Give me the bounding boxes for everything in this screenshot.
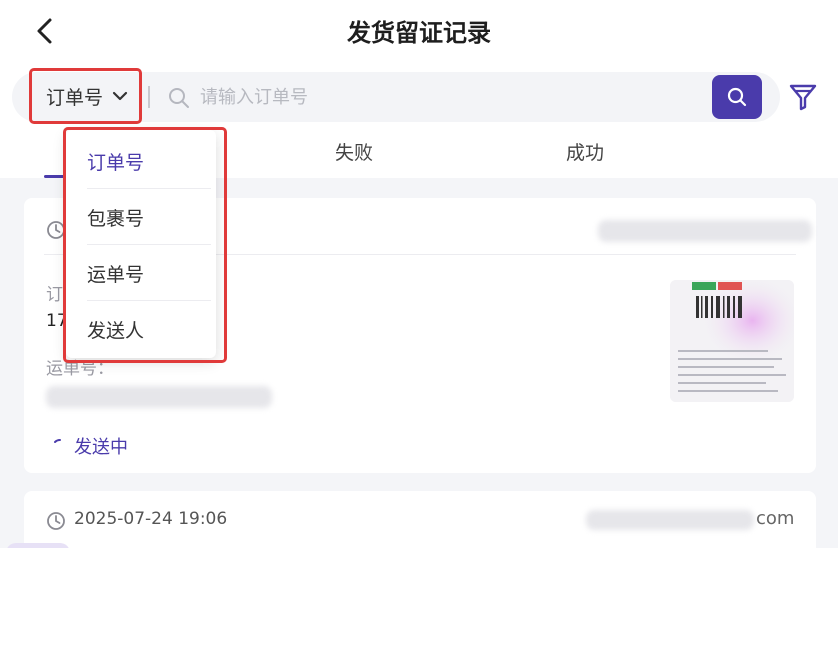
search-type-select[interactable]: 订单号 — [32, 70, 140, 122]
order-number-value: 17 — [46, 311, 68, 331]
search-type-label: 订单号 — [46, 86, 104, 109]
record-status: 发送中 — [52, 433, 128, 459]
search-button[interactable] — [712, 75, 762, 119]
dropdown-item-sender[interactable]: 发送人 — [66, 301, 216, 357]
blurred-email — [598, 220, 812, 242]
filter-icon[interactable] — [787, 81, 819, 113]
order-number-label: 订 — [46, 285, 63, 305]
chevron-down-icon — [112, 91, 128, 101]
app-screen: 发货留证记录 订单号 失败 成功 — [0, 0, 838, 548]
floating-button-edge[interactable] — [6, 543, 70, 548]
dropdown-item-package-number[interactable]: 包裹号 — [66, 189, 216, 245]
blurred-email — [586, 510, 754, 530]
search-type-dropdown: 订单号 包裹号 运单号 发送人 — [66, 130, 216, 358]
dropdown-item-order-number[interactable]: 订单号 — [66, 133, 216, 189]
record-time: 2025-07-24 19:06 — [74, 509, 228, 529]
search-button-icon — [727, 87, 747, 107]
clock-icon — [47, 221, 65, 239]
record-card[interactable]: 2025-07-24 19:06 com — [24, 491, 816, 548]
clock-icon — [47, 512, 65, 530]
spinner-icon — [54, 439, 61, 443]
record-status-text: 发送中 — [74, 437, 128, 458]
top-nav: 发货留证记录 — [0, 0, 838, 62]
record-email-suffix: com — [756, 508, 795, 529]
search-input[interactable] — [198, 78, 702, 116]
search-row: 订单号 — [0, 62, 838, 126]
proof-image — [670, 280, 794, 402]
proof-thumbnail[interactable] — [670, 280, 794, 402]
blurred-waybill-number — [46, 386, 272, 408]
search-icon — [169, 88, 189, 108]
tab-failed[interactable]: 失败 — [279, 138, 429, 165]
page-title: 发货留证记录 — [347, 19, 491, 47]
tab-success[interactable]: 成功 — [510, 138, 660, 165]
search-divider — [148, 86, 150, 108]
dropdown-item-waybill-number[interactable]: 运单号 — [66, 245, 216, 301]
